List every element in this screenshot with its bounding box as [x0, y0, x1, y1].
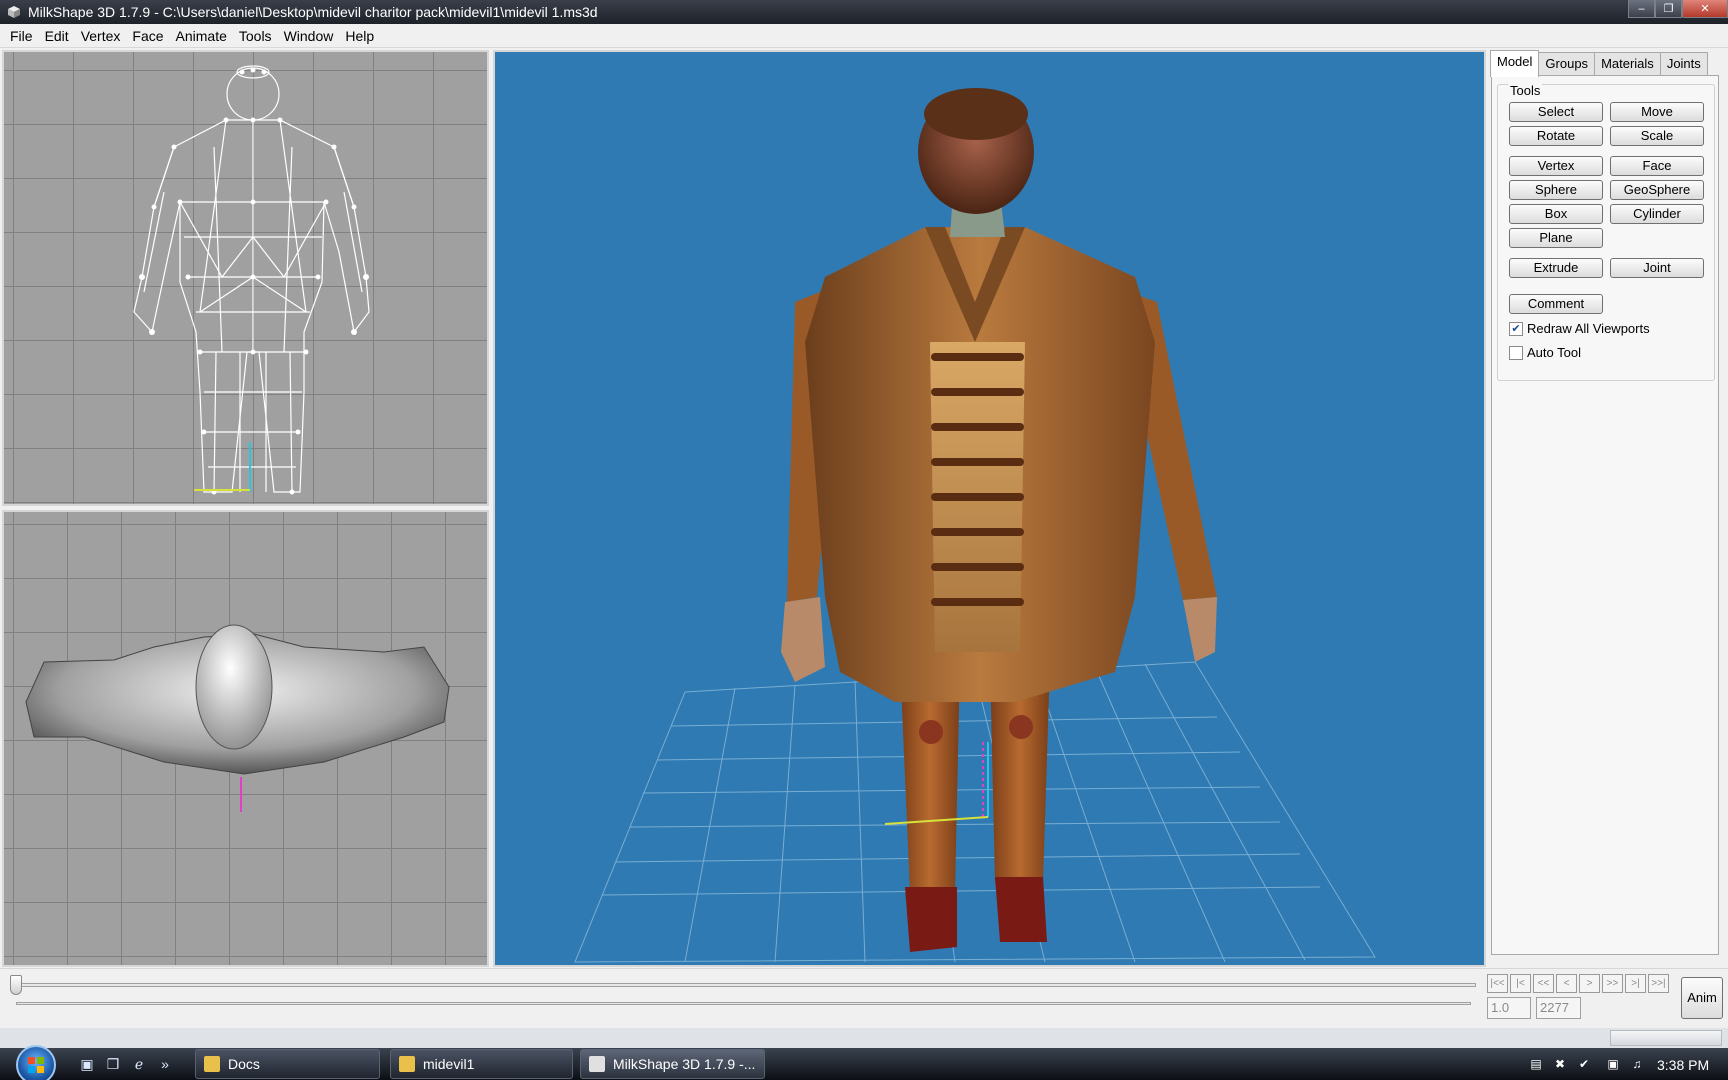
- rotate-button[interactable]: Rotate: [1509, 126, 1603, 146]
- taskbar-item-docs[interactable]: Docs: [195, 1049, 380, 1079]
- windows-logo-icon: [28, 1057, 44, 1073]
- face-button[interactable]: Face: [1610, 156, 1704, 176]
- tray-network-icon[interactable]: ▤: [1528, 1056, 1544, 1072]
- scale-button[interactable]: Scale: [1610, 126, 1704, 146]
- tools-group-label: Tools: [1508, 83, 1543, 98]
- animation-timeline: |<< |< << < > >> >| >>| 1.0 2277 Anim: [0, 968, 1728, 1028]
- first-frame-button[interactable]: |<<: [1487, 974, 1508, 993]
- taskbar: ▣ ❐ ℯ » Docs midevil1 MilkShape 3D 1.7.9…: [0, 1028, 1728, 1080]
- folder-icon: [399, 1056, 415, 1072]
- shaded-top-model: [25, 624, 450, 812]
- tab-materials[interactable]: Materials: [1594, 52, 1661, 76]
- menu-tools[interactable]: Tools: [233, 25, 278, 47]
- tab-groups[interactable]: Groups: [1538, 52, 1596, 76]
- tab-model[interactable]: Model: [1490, 50, 1540, 77]
- close-icon: ✕: [1700, 3, 1710, 15]
- tray-volume-icon[interactable]: ♫: [1629, 1056, 1645, 1072]
- next-key-button[interactable]: >|: [1625, 974, 1646, 993]
- menu-file[interactable]: File: [4, 25, 39, 47]
- taskbar-item-label: MilkShape 3D 1.7.9 -...: [613, 1056, 756, 1072]
- next-frame-button[interactable]: >: [1579, 974, 1600, 993]
- menu-bar: File Edit Vertex Face Animate Tools Wind…: [0, 24, 1728, 48]
- clock[interactable]: 3:38 PM: [1657, 1057, 1709, 1073]
- frame-nav-buttons: |<< |< << < > >> >| >>|: [1487, 974, 1671, 993]
- textured-character-model: [574, 88, 1376, 963]
- prev-frame-button[interactable]: <: [1556, 974, 1577, 993]
- taskbar-item-label: midevil1: [423, 1056, 475, 1072]
- taskbar-status-bar: [1610, 1030, 1722, 1046]
- geosphere-button[interactable]: GeoSphere: [1610, 180, 1704, 200]
- cylinder-button[interactable]: Cylinder: [1610, 204, 1704, 224]
- tab-joints[interactable]: Joints: [1659, 52, 1708, 76]
- fast-forward-button[interactable]: >>: [1602, 974, 1623, 993]
- extrude-button[interactable]: Extrude: [1509, 258, 1603, 278]
- top-viewport[interactable]: [2, 510, 489, 967]
- taskbar-item-milkshape[interactable]: MilkShape 3D 1.7.9 -...: [580, 1049, 765, 1079]
- tray-connection-icon[interactable]: ▣: [1605, 1056, 1621, 1072]
- perspective-viewport[interactable]: [493, 50, 1486, 967]
- move-button[interactable]: Move: [1610, 102, 1704, 122]
- wireframe-model: [133, 65, 370, 495]
- tray-security-icon[interactable]: ✖: [1552, 1056, 1568, 1072]
- auto-tool-label: Auto Tool: [1527, 345, 1581, 360]
- frame-slider-track[interactable]: [16, 983, 1476, 987]
- milkshape-icon: [589, 1056, 605, 1072]
- vertex-button[interactable]: Vertex: [1509, 156, 1603, 176]
- milkshape-app-icon: [8, 6, 20, 18]
- secondary-slider-track[interactable]: [16, 1002, 1471, 1005]
- tray-update-icon[interactable]: ✔: [1576, 1056, 1592, 1072]
- auto-tool-checkbox[interactable]: [1509, 345, 1523, 360]
- taskbar-item-label: Docs: [228, 1056, 260, 1072]
- end-frame-field[interactable]: 2277: [1536, 997, 1581, 1019]
- rewind-button[interactable]: <<: [1533, 974, 1554, 993]
- anim-button[interactable]: Anim: [1681, 977, 1723, 1019]
- internet-explorer-icon[interactable]: ℯ: [130, 1055, 148, 1073]
- minimize-icon: ‒: [1638, 2, 1645, 15]
- menu-face[interactable]: Face: [126, 25, 169, 47]
- joint-button[interactable]: Joint: [1610, 258, 1704, 278]
- maximize-button[interactable]: ❐: [1655, 0, 1682, 18]
- frame-slider-thumb[interactable]: [10, 975, 22, 995]
- menu-help[interactable]: Help: [339, 25, 380, 47]
- plane-button[interactable]: Plane: [1509, 228, 1603, 248]
- front-viewport[interactable]: [2, 50, 489, 506]
- taskbar-item-midevil1[interactable]: midevil1: [390, 1049, 573, 1079]
- menu-window[interactable]: Window: [278, 25, 340, 47]
- menu-animate[interactable]: Animate: [170, 25, 233, 47]
- model-tab-body: Tools Select Move Rotate Scale Vertex Fa…: [1491, 75, 1719, 955]
- sphere-button[interactable]: Sphere: [1509, 180, 1603, 200]
- last-frame-button[interactable]: >>|: [1648, 974, 1669, 993]
- show-desktop-icon[interactable]: ▣: [78, 1055, 96, 1073]
- switch-windows-icon[interactable]: ❐: [104, 1055, 122, 1073]
- close-button[interactable]: ✕: [1682, 0, 1728, 18]
- start-button[interactable]: [16, 1045, 56, 1080]
- box-button[interactable]: Box: [1509, 204, 1603, 224]
- redraw-checkbox[interactable]: ✔: [1509, 321, 1523, 336]
- auto-tool-option[interactable]: Auto Tool: [1509, 345, 1581, 360]
- redraw-all-viewports-option[interactable]: ✔ Redraw All Viewports: [1509, 321, 1650, 336]
- restore-icon: ❐: [1663, 3, 1674, 15]
- panel-tabs: Model Groups Materials Joints: [1490, 50, 1708, 77]
- window-title: MilkShape 3D 1.7.9 - C:\Users\daniel\Des…: [28, 4, 598, 20]
- title-bar: MilkShape 3D 1.7.9 - C:\Users\daniel\Des…: [0, 0, 1728, 24]
- quick-launch-overflow[interactable]: »: [156, 1055, 174, 1073]
- minimize-button[interactable]: ‒: [1628, 0, 1655, 18]
- prev-key-button[interactable]: |<: [1510, 974, 1531, 993]
- tools-group: Tools Select Move Rotate Scale Vertex Fa…: [1497, 83, 1715, 381]
- folder-icon: [204, 1056, 220, 1072]
- redraw-label: Redraw All Viewports: [1527, 321, 1650, 336]
- tool-panel: Model Groups Materials Joints Tools Sele…: [1488, 48, 1728, 968]
- select-button[interactable]: Select: [1509, 102, 1603, 122]
- start-frame-field[interactable]: 1.0: [1487, 997, 1531, 1019]
- menu-vertex[interactable]: Vertex: [75, 25, 127, 47]
- comment-button[interactable]: Comment: [1509, 294, 1603, 314]
- menu-edit[interactable]: Edit: [39, 25, 75, 47]
